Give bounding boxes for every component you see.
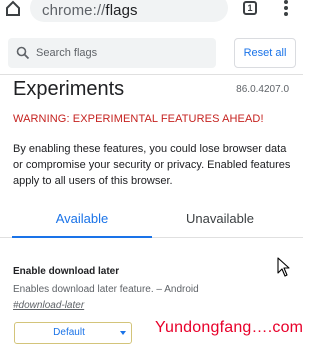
search-input[interactable] bbox=[36, 45, 208, 61]
address-bar[interactable]: chrome://flags bbox=[30, 0, 228, 22]
experiment-description: Enables download later feature. – Androi… bbox=[13, 284, 199, 295]
home-icon[interactable] bbox=[6, 0, 20, 16]
experiment-state-select[interactable]: Default bbox=[14, 322, 132, 344]
header-divider bbox=[0, 74, 303, 75]
select-value: Default bbox=[53, 327, 85, 338]
url-prefix: chrome:// bbox=[42, 2, 106, 19]
tab-switcher-icon[interactable]: 1 bbox=[243, 1, 257, 15]
reset-all-button[interactable]: Reset all bbox=[234, 38, 296, 68]
overflow-menu-icon[interactable] bbox=[283, 0, 289, 18]
tab-unavailable[interactable]: Unavailable bbox=[150, 211, 290, 226]
tab-active-indicator bbox=[12, 236, 152, 238]
tab-available[interactable]: Available bbox=[12, 211, 152, 226]
url-text: chrome://flags bbox=[42, 2, 138, 19]
url-path: flags bbox=[105, 2, 138, 19]
watermark-text: Yundongfang….com bbox=[155, 319, 304, 336]
tab-count: 1 bbox=[247, 3, 253, 13]
intro-text: By enabling these features, you could lo… bbox=[13, 143, 291, 187]
experiment-name: Enable download later bbox=[13, 266, 120, 277]
dropdown-caret-icon bbox=[120, 331, 126, 335]
version-label: 86.0.4207.0 bbox=[236, 84, 289, 95]
mouse-pointer-icon bbox=[277, 257, 290, 277]
warning-text: WARNING: EXPERIMENTAL FEATURES AHEAD! bbox=[13, 113, 264, 125]
search-box[interactable] bbox=[8, 38, 216, 68]
browser-toolbar: chrome://flags 1 bbox=[0, 0, 303, 24]
experiment-link[interactable]: #download-later bbox=[13, 300, 84, 311]
search-icon bbox=[16, 46, 30, 60]
page-title: Experiments bbox=[13, 78, 125, 100]
